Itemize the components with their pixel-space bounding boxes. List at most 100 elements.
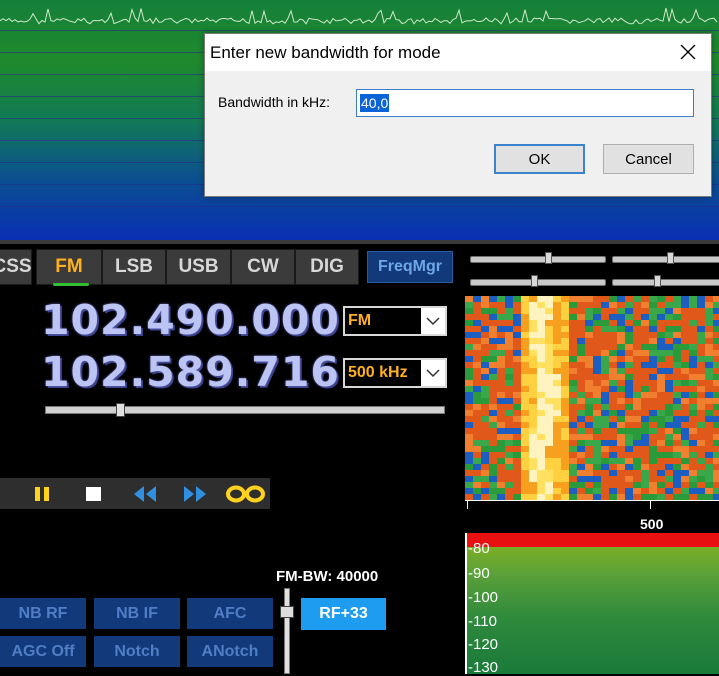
waterfall-cell	[529, 350, 537, 356]
waterfall-cell	[625, 488, 633, 494]
tuning-slider-thumb[interactable]	[116, 403, 125, 417]
waterfall-cell	[561, 440, 569, 446]
slider-2[interactable]	[612, 256, 719, 263]
tuning-slider[interactable]	[45, 406, 445, 414]
rf-gain-button[interactable]: RF+33	[301, 598, 386, 630]
waterfall-cell	[649, 368, 657, 374]
waterfall-cell	[697, 392, 705, 398]
stop-button[interactable]	[78, 478, 108, 509]
waterfall-cell	[665, 404, 673, 410]
waterfall-cell	[625, 404, 633, 410]
slider-4-thumb[interactable]	[654, 275, 661, 287]
tab-usb[interactable]: USB	[166, 249, 231, 285]
waterfall-cell	[553, 374, 561, 380]
waterfall-cell	[569, 398, 577, 404]
waterfall-cell	[689, 314, 697, 320]
waterfall-cell	[465, 416, 473, 422]
waterfall-cell	[465, 386, 473, 392]
loop-button[interactable]	[224, 478, 268, 509]
waterfall-cell	[569, 320, 577, 326]
waterfall-cell	[641, 482, 649, 488]
fast-forward-button[interactable]	[180, 478, 210, 509]
waterfall-cell	[649, 428, 657, 434]
vfo-frequency[interactable]: 102.490.000	[41, 296, 340, 344]
waterfall-cell	[657, 332, 665, 338]
anotch-button[interactable]: ANotch	[187, 636, 273, 667]
waterfall-cell	[657, 434, 665, 440]
slider-1-thumb[interactable]	[545, 252, 552, 264]
waterfall-cell	[673, 314, 681, 320]
ok-button[interactable]: OK	[494, 144, 585, 174]
waterfall-cell	[513, 482, 521, 488]
tab-cw[interactable]: CW	[231, 249, 295, 285]
waterfall-cell	[617, 452, 625, 458]
waterfall-cell	[521, 446, 529, 452]
afc-button[interactable]: AFC	[187, 598, 273, 629]
nb-rf-button[interactable]: NB RF	[0, 598, 86, 629]
waterfall-cell	[681, 398, 689, 404]
agc-off-button[interactable]: AGC Off	[0, 636, 86, 667]
mode-select[interactable]: FM	[343, 306, 447, 336]
waterfall-display[interactable]	[465, 296, 719, 500]
waterfall-cell	[713, 368, 719, 374]
slider-1[interactable]	[470, 256, 606, 263]
waterfall-cell	[689, 482, 697, 488]
waterfall-cell	[673, 422, 681, 428]
rewind-button[interactable]	[130, 478, 160, 509]
waterfall-cell	[593, 308, 601, 314]
span-select[interactable]: 500 kHz	[343, 358, 447, 388]
waterfall-cell	[545, 320, 553, 326]
waterfall-cell	[553, 464, 561, 470]
pause-button[interactable]	[27, 478, 57, 509]
waterfall-cell	[561, 380, 569, 386]
tab-lsb[interactable]: LSB	[102, 249, 166, 285]
waterfall-cell	[657, 344, 665, 350]
waterfall-cell	[705, 356, 713, 362]
waterfall-cell	[633, 434, 641, 440]
waterfall-cell	[473, 326, 481, 332]
waterfall-cell	[617, 386, 625, 392]
slider-4[interactable]	[612, 279, 719, 286]
waterfall-cell	[577, 452, 585, 458]
waterfall-cell	[505, 386, 513, 392]
tab-css[interactable]: CSS	[0, 249, 32, 285]
waterfall-cell	[601, 308, 609, 314]
fm-bw-slider[interactable]	[284, 588, 290, 674]
waterfall-cell	[609, 446, 617, 452]
waterfall-cell	[625, 386, 633, 392]
fm-bw-slider-thumb[interactable]	[280, 606, 294, 618]
waterfall-cell	[665, 356, 673, 362]
close-button[interactable]	[673, 38, 703, 66]
waterfall-cell	[681, 320, 689, 326]
waterfall-cell	[585, 428, 593, 434]
waterfall-cell	[705, 416, 713, 422]
waterfall-cell	[569, 446, 577, 452]
waterfall-cell	[537, 320, 545, 326]
freqmgr-button[interactable]: FreqMgr	[367, 251, 453, 283]
slider-2-thumb[interactable]	[667, 252, 674, 264]
waterfall-cell	[617, 416, 625, 422]
waterfall-cell	[553, 320, 561, 326]
waterfall-cell	[657, 302, 665, 308]
notch-button[interactable]: Notch	[94, 636, 180, 667]
center-frequency[interactable]: 102.589.716	[41, 348, 340, 396]
waterfall-cell	[569, 434, 577, 440]
tab-dig[interactable]: DIG	[295, 249, 359, 285]
close-icon	[680, 44, 696, 60]
waterfall-cell	[473, 446, 481, 452]
slider-3-thumb[interactable]	[531, 275, 538, 287]
waterfall-cell	[497, 362, 505, 368]
slider-3[interactable]	[470, 279, 606, 286]
waterfall-cell	[521, 404, 529, 410]
waterfall-cell	[649, 314, 657, 320]
waterfall-cell	[497, 380, 505, 386]
waterfall-cell	[633, 356, 641, 362]
tab-fm[interactable]: FM	[36, 249, 102, 285]
waterfall-cell	[713, 374, 719, 380]
nb-if-button[interactable]: NB IF	[94, 598, 180, 629]
waterfall-cell	[545, 422, 553, 428]
bandwidth-input[interactable]: 40,0	[356, 89, 694, 117]
waterfall-cell	[465, 314, 473, 320]
cancel-button[interactable]: Cancel	[603, 144, 694, 174]
waterfall-cell	[521, 398, 529, 404]
